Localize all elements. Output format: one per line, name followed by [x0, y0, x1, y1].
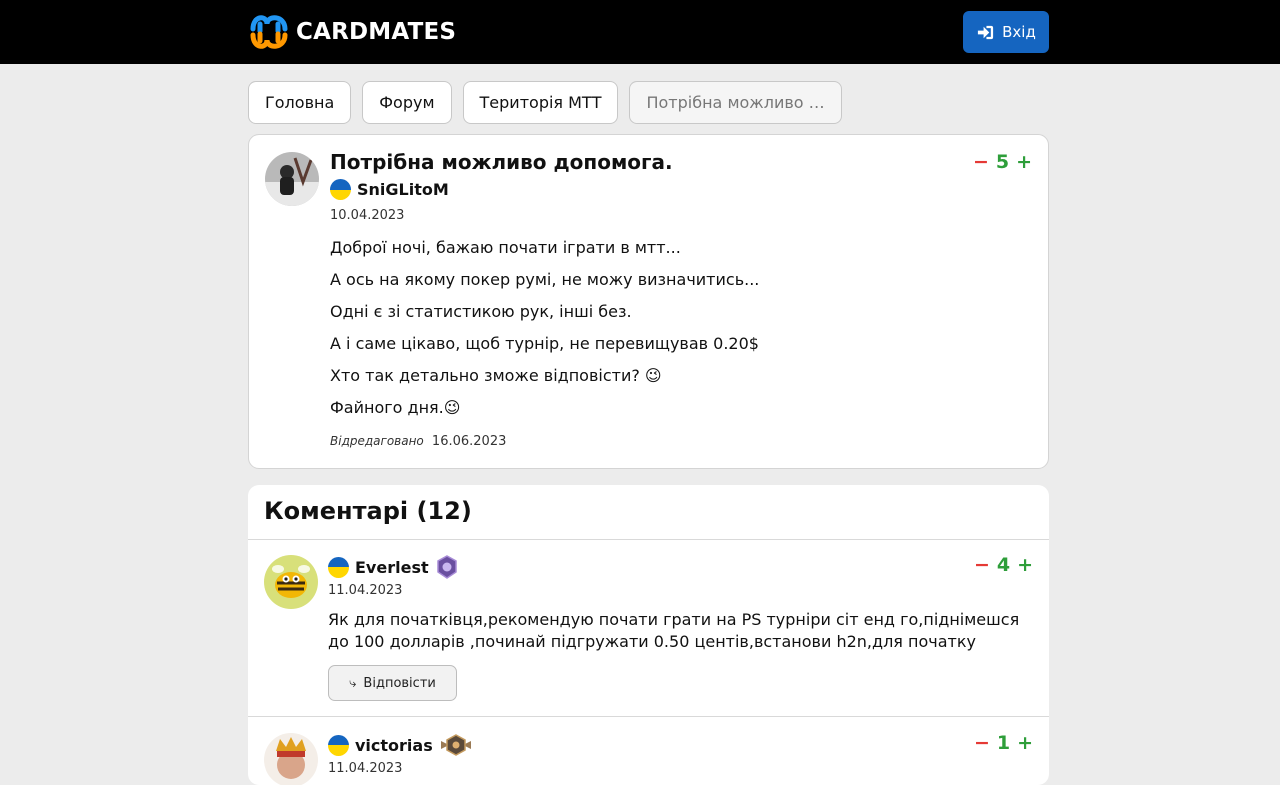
vote-up-button[interactable]: + — [1016, 151, 1032, 173]
login-label: Вхід — [1002, 23, 1036, 41]
top-navbar: CARDMATES Вхід — [0, 0, 1280, 64]
ukraine-flag-icon — [330, 179, 351, 200]
reply-button[interactable]: ⤷ Відповісти — [328, 665, 457, 701]
breadcrumb-home[interactable]: Головна — [248, 81, 352, 124]
comment-author-row: victorias — [328, 733, 473, 757]
post-author-row: SniGLitoM — [330, 179, 449, 200]
edited-info: Відредаговано 16.06.2023 — [330, 434, 506, 449]
vote-score: 4 — [996, 554, 1011, 576]
comment-author-row: Everlest — [328, 555, 459, 579]
comment-vote-widget: − 1 + — [974, 732, 1033, 754]
post-paragraph: Доброї ночі, бажаю почати іграти в мтт..… — [330, 238, 681, 257]
reply-label: Відповісти — [363, 675, 436, 691]
vote-up-button[interactable]: + — [1017, 732, 1033, 754]
comment-date: 11.04.2023 — [328, 761, 403, 776]
breadcrumb-current-label: Потрібна можливо д... — [646, 93, 826, 112]
comment-author-name[interactable]: victorias — [355, 736, 433, 755]
breadcrumb-current-topic: Потрібна можливо д... — [629, 81, 843, 124]
commenter-avatar[interactable] — [264, 733, 318, 785]
post-paragraph: Одні є зі статистикою рук, інші без. — [330, 302, 632, 321]
vote-down-button[interactable]: − — [974, 732, 990, 754]
comments-title: Коментарі (12) — [264, 497, 472, 525]
ukraine-flag-icon — [328, 734, 349, 756]
ukraine-flag-icon — [328, 556, 349, 578]
comments-section: Коментарі (12) Everlest 11.04.2023 − 4 +… — [248, 485, 1049, 785]
purple-rank-badge-icon — [436, 555, 457, 579]
site-logo[interactable]: CARDMATES — [248, 10, 456, 54]
breadcrumb-mtt-territory[interactable]: Територія МТТ — [462, 81, 619, 124]
post-date: 10.04.2023 — [330, 208, 405, 223]
comment-vote-widget: − 4 + — [974, 554, 1033, 576]
comment-author-name[interactable]: Everlest — [355, 558, 429, 577]
commenter-avatar[interactable] — [264, 555, 318, 609]
login-button[interactable]: Вхід — [963, 11, 1049, 53]
post-author-name[interactable]: SniGLitoM — [357, 180, 449, 199]
comment-date: 11.04.2023 — [328, 583, 403, 598]
author-avatar-image — [265, 152, 319, 206]
sign-in-icon — [978, 25, 994, 39]
breadcrumb-forum[interactable]: Форум — [362, 81, 452, 124]
post-paragraph: Файного дня.😉 — [330, 398, 461, 417]
comment-text: Як для початківця,рекомендую почати грат… — [328, 610, 1020, 651]
vote-score: 1 — [996, 732, 1011, 754]
vote-down-button[interactable]: − — [973, 151, 989, 173]
commenter-avatar-image — [264, 555, 318, 609]
vote-down-button[interactable]: − — [974, 554, 990, 576]
logo-text: CARDMATES — [296, 19, 457, 45]
breadcrumb: Головна Форум Територія МТТ Потрібна мож… — [248, 81, 843, 124]
divider — [248, 716, 1049, 717]
post-paragraph: А і саме цікаво, щоб турнір, не перевищу… — [330, 334, 759, 353]
commenter-avatar-image — [264, 733, 318, 785]
edited-date: 16.06.2023 — [431, 434, 507, 449]
post-paragraph: Хто так детально зможе відповісти? 😉 — [330, 366, 662, 385]
post-card: Потрібна можливо допомога. SniGLitoM 10.… — [248, 134, 1049, 469]
post-body: Доброї ночі, бажаю почати іграти в мтт..… — [330, 232, 759, 424]
author-avatar[interactable] — [265, 152, 319, 206]
cardmates-logo-icon — [250, 15, 288, 49]
post-paragraph: А ось на якому покер румі, не можу визна… — [330, 270, 760, 289]
reply-arrow-icon: ⤷ — [349, 675, 357, 691]
post-vote-widget: − 5 + — [973, 151, 1032, 173]
vote-score: 5 — [995, 151, 1010, 173]
divider — [248, 539, 1049, 540]
post-title: Потрібна можливо допомога. — [330, 150, 673, 174]
edited-label: Відредаговано — [330, 434, 424, 448]
bronze-rank-badge-icon — [440, 734, 471, 756]
vote-up-button[interactable]: + — [1017, 554, 1033, 576]
